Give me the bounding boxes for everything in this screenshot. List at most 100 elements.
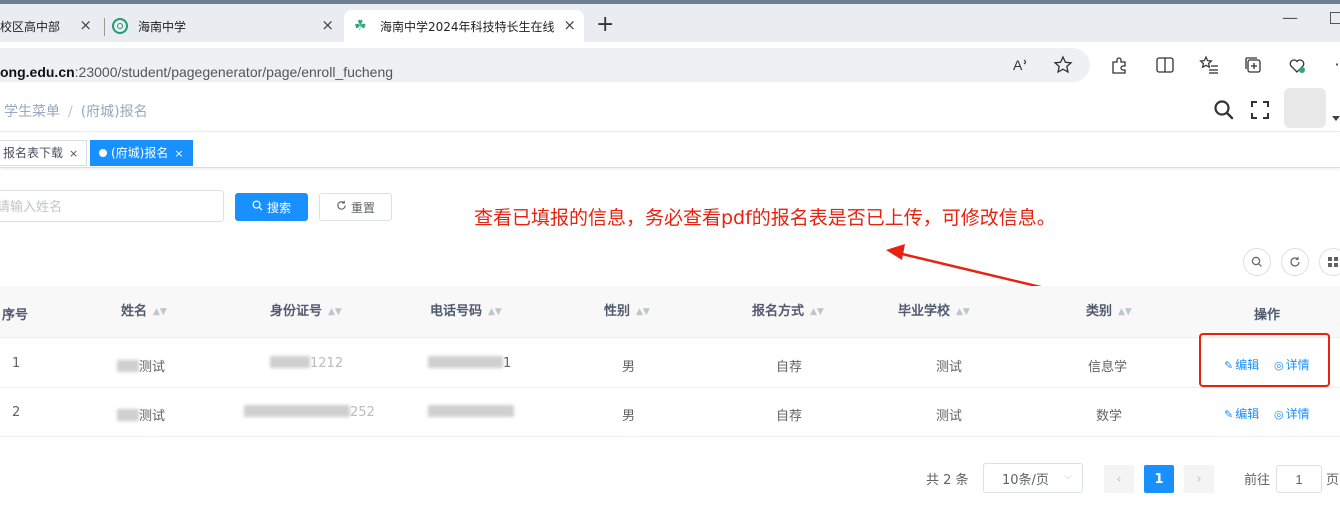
school-logo-icon bbox=[112, 18, 128, 34]
minimize-icon[interactable]: — bbox=[1282, 8, 1298, 27]
column-header-school[interactable]: 毕业学校 ▲▼ bbox=[898, 300, 970, 319]
sort-icon: ▲▼ bbox=[153, 307, 167, 317]
column-header-id-number[interactable]: 身份证号 ▲▼ bbox=[270, 300, 342, 319]
edit-link[interactable]: ✎ 编辑 bbox=[1224, 356, 1259, 373]
browser-tab-label: 海南中学2024年科技特长生在线 bbox=[380, 19, 555, 34]
avatar[interactable] bbox=[1284, 88, 1326, 128]
search-icon bbox=[252, 200, 263, 214]
cell-category: 信息学 bbox=[1088, 360, 1128, 375]
column-header-name[interactable]: 姓名 ▲▼ bbox=[121, 300, 167, 319]
url-path: :23000/student/pagegenerator/page/enroll… bbox=[74, 64, 394, 80]
pagination-total: 共 2 条 bbox=[926, 472, 969, 488]
maximize-icon[interactable] bbox=[1330, 12, 1340, 24]
close-icon[interactable]: × bbox=[174, 147, 183, 160]
table-header: 序号 姓名 ▲▼ 身份证号 ▲▼ 电话号码 ▲▼ 性别 ▲▼ 报名方式 ▲▼ 毕业学校 ▲▼… bbox=[0, 286, 1340, 338]
breadcrumb-item-current: (府城)报名 bbox=[80, 104, 148, 120]
search-button-label: 搜索 bbox=[266, 200, 291, 215]
eye-icon: ◎ bbox=[1274, 359, 1284, 372]
svg-text:A: A bbox=[1013, 57, 1023, 73]
url-field[interactable]: ong.edu.cn:23000/student/pagegenerator/p… bbox=[0, 48, 1090, 82]
cell-school: 测试 bbox=[936, 360, 963, 375]
page-size-select[interactable]: 10条/页 ⌵ bbox=[983, 463, 1083, 493]
extensions-icon[interactable] bbox=[1108, 54, 1130, 76]
tag-label: 报名表下载 bbox=[3, 146, 64, 160]
column-header-actions: 操作 bbox=[1254, 308, 1281, 323]
favorites-list-icon[interactable] bbox=[1198, 54, 1220, 76]
collections-icon[interactable] bbox=[1242, 54, 1264, 76]
goto-page-input[interactable] bbox=[1276, 465, 1322, 493]
cell-phone bbox=[428, 405, 514, 420]
new-tab-button[interactable]: + bbox=[596, 12, 614, 38]
cell-school: 测试 bbox=[936, 409, 963, 424]
edit-icon: ✎ bbox=[1224, 359, 1234, 372]
tab-separator bbox=[104, 18, 105, 36]
tag-label: (府城)报名 bbox=[111, 146, 169, 160]
desktop-edge bbox=[0, 0, 1340, 4]
chevron-down-icon: ⌵ bbox=[1064, 471, 1072, 482]
more-icon[interactable]: · bbox=[1326, 54, 1340, 76]
eye-icon: ◎ bbox=[1274, 408, 1284, 421]
tag-enroll-form-download[interactable]: 报名表下载 × bbox=[0, 140, 88, 166]
favorite-star-icon[interactable] bbox=[1052, 54, 1074, 76]
column-header-gender[interactable]: 性别 ▲▼ bbox=[604, 300, 650, 319]
browser-tab-3-active[interactable]: ☘ 海南中学2024年科技特长生在线 × bbox=[344, 10, 584, 42]
read-aloud-icon[interactable]: A bbox=[1010, 54, 1032, 76]
close-icon[interactable]: × bbox=[321, 16, 334, 34]
browser-tab-1[interactable]: 校区高中部 × bbox=[0, 10, 100, 42]
url-text: ong.edu.cn:23000/student/pagegenerator/p… bbox=[0, 64, 393, 80]
detail-link[interactable]: ◎ 详情 bbox=[1274, 356, 1310, 373]
breadcrumb-item-student-menu[interactable]: 学生菜单 bbox=[4, 104, 60, 120]
page-number-current[interactable]: 1 bbox=[1144, 465, 1174, 493]
columns-button[interactable] bbox=[1319, 248, 1340, 276]
sort-icon: ▲▼ bbox=[956, 307, 970, 317]
browser-tab-strip: 校区高中部 × 海南中学 × ☘ 海南中学2024年科技特长生在线 × + — bbox=[0, 0, 1340, 42]
app-header: 学生菜单 / (府城)报名 bbox=[0, 88, 1340, 132]
close-icon[interactable]: × bbox=[69, 147, 78, 160]
active-dot-icon bbox=[99, 149, 107, 157]
cell-method: 自荐 bbox=[776, 360, 803, 375]
column-header-index: 序号 bbox=[2, 308, 29, 323]
sort-icon: ▲▼ bbox=[488, 307, 502, 317]
next-page-button[interactable]: › bbox=[1184, 465, 1214, 493]
cell-phone: 1 bbox=[428, 356, 511, 371]
annotation-text: 查看已填报的信息，务必查看pdf的报名表是否已上传，可修改信息。 bbox=[474, 207, 1056, 229]
breadcrumb-separator: / bbox=[68, 104, 73, 120]
cell-gender: 男 bbox=[622, 360, 636, 375]
leaf-logo-icon: ☘ bbox=[354, 18, 367, 34]
tags-view: 报名表下载 × (府城)报名 × bbox=[0, 132, 1340, 168]
search-icon[interactable] bbox=[1212, 98, 1236, 122]
page-size-value: 10条/页 bbox=[1002, 472, 1049, 488]
reset-button[interactable]: 重置 bbox=[319, 193, 392, 221]
cell-id-number: 252 bbox=[244, 405, 375, 420]
split-screen-icon[interactable] bbox=[1154, 54, 1176, 76]
fullscreen-icon[interactable] bbox=[1248, 98, 1272, 122]
browser-tab-label: 校区高中部 bbox=[0, 19, 61, 34]
reset-button-label: 重置 bbox=[350, 200, 375, 215]
tag-fucheng-enroll[interactable]: (府城)报名 × bbox=[90, 140, 193, 166]
detail-link[interactable]: ◎ 详情 bbox=[1274, 405, 1310, 422]
page-suffix: 页 bbox=[1326, 472, 1340, 488]
browser-essentials-icon[interactable] bbox=[1286, 54, 1308, 76]
edit-link[interactable]: ✎ 编辑 bbox=[1224, 405, 1259, 422]
column-header-category[interactable]: 类别 ▲▼ bbox=[1086, 300, 1132, 319]
sort-icon: ▲▼ bbox=[636, 307, 650, 317]
caret-down-icon[interactable] bbox=[1332, 116, 1340, 121]
breadcrumb: 学生菜单 / (府城)报名 bbox=[4, 101, 148, 121]
refresh-table-button[interactable] bbox=[1281, 248, 1309, 276]
cell-id-number: 1212 bbox=[270, 356, 343, 371]
edit-icon: ✎ bbox=[1224, 408, 1234, 421]
name-search-input[interactable] bbox=[0, 190, 224, 222]
search-button[interactable]: 搜索 bbox=[235, 193, 308, 221]
close-icon[interactable]: × bbox=[79, 16, 92, 34]
close-icon[interactable]: × bbox=[563, 16, 576, 34]
cell-method: 自荐 bbox=[776, 409, 803, 424]
browser-tab-2[interactable]: 海南中学 × bbox=[112, 10, 342, 42]
prev-page-button[interactable]: ‹ bbox=[1104, 465, 1134, 493]
cell-name: 测试 bbox=[117, 405, 165, 424]
column-header-method[interactable]: 报名方式 ▲▼ bbox=[752, 300, 824, 319]
column-header-phone[interactable]: 电话号码 ▲▼ bbox=[430, 300, 502, 319]
sort-icon: ▲▼ bbox=[1118, 307, 1132, 317]
toggle-search-button[interactable] bbox=[1243, 248, 1271, 276]
sort-icon: ▲▼ bbox=[328, 307, 342, 317]
table-row: 2 测试 252 男 自荐 测试 数学 ✎ 编辑 ◎ 详情 bbox=[0, 388, 1340, 437]
